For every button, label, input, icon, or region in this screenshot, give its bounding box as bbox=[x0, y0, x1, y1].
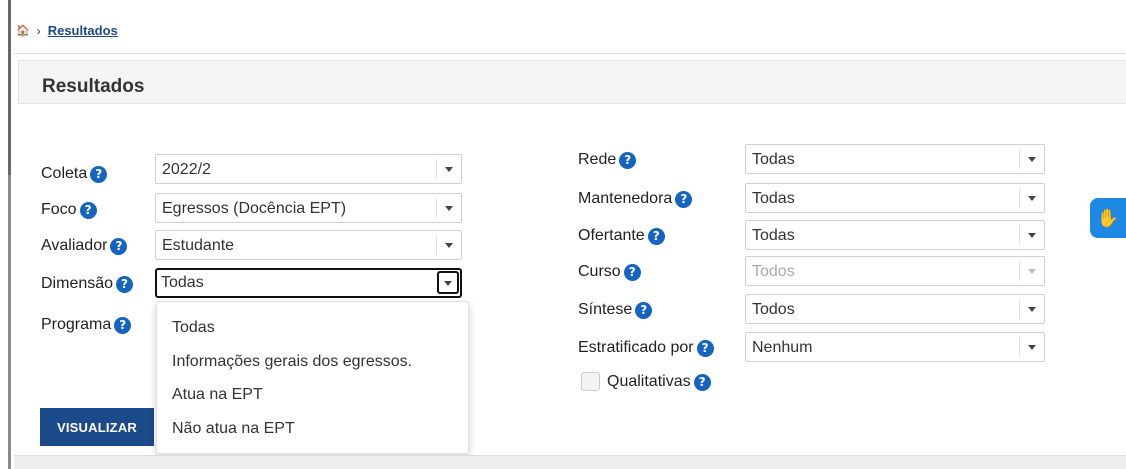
estratificado-label: Estratificado por? bbox=[578, 339, 714, 357]
help-icon[interactable]: ? bbox=[696, 339, 714, 357]
estratificado-select[interactable]: Nenhum bbox=[745, 332, 1045, 362]
ofertante-select[interactable]: Todas bbox=[745, 220, 1045, 250]
curso-select: Todos bbox=[745, 256, 1045, 286]
mantenedora-label: Mantenedora? bbox=[578, 190, 693, 208]
help-icon[interactable]: ? bbox=[647, 227, 665, 245]
help-icon[interactable]: ? bbox=[90, 165, 108, 183]
dropdown-option[interactable]: Atua na EPT bbox=[172, 386, 263, 404]
dropdown-option[interactable]: Informações gerais dos egressos. bbox=[172, 353, 412, 371]
dimensao-label: Dimensão? bbox=[41, 275, 134, 293]
qualitativas-label: Qualitativas? bbox=[607, 373, 711, 391]
help-icon[interactable]: ? bbox=[116, 275, 134, 293]
page-title: Resultados bbox=[42, 76, 145, 97]
help-icon[interactable]: ? bbox=[675, 190, 693, 208]
sign-language-hands-icon: ✋ bbox=[1096, 207, 1120, 228]
help-icon[interactable]: ? bbox=[79, 201, 97, 219]
help-icon[interactable]: ? bbox=[635, 301, 653, 319]
breadcrumb: 🏠 › Resultados bbox=[16, 23, 118, 38]
help-icon[interactable]: ? bbox=[114, 316, 132, 334]
caret-down-icon bbox=[445, 206, 453, 211]
coleta-label: Coleta? bbox=[41, 165, 108, 183]
dimensao-dropdown-menu: Todas Informações gerais dos egressos. A… bbox=[156, 301, 469, 454]
caret-down-icon bbox=[1028, 269, 1036, 274]
programa-label: Programa? bbox=[41, 316, 132, 334]
caret-down-icon bbox=[1028, 345, 1036, 350]
caret-down-icon bbox=[1028, 233, 1036, 238]
help-icon[interactable]: ? bbox=[110, 237, 128, 255]
caret-down-icon bbox=[445, 167, 453, 172]
sintese-select[interactable]: Todos bbox=[745, 294, 1045, 324]
help-icon[interactable]: ? bbox=[623, 263, 641, 281]
chevron-right-icon: › bbox=[36, 23, 41, 38]
caret-down-icon bbox=[1028, 307, 1036, 312]
caret-down-icon bbox=[1028, 157, 1036, 162]
help-icon[interactable]: ? bbox=[619, 151, 637, 169]
caret-down-icon bbox=[445, 243, 453, 248]
help-icon[interactable]: ? bbox=[693, 373, 711, 391]
caret-down-icon bbox=[1028, 196, 1036, 201]
qualitativas-checkbox[interactable] bbox=[581, 372, 600, 391]
panel-footer bbox=[14, 455, 1126, 469]
page-scrollbar[interactable] bbox=[8, 0, 11, 469]
rede-select[interactable]: Todas bbox=[745, 144, 1045, 174]
caret-down-icon bbox=[444, 281, 452, 286]
curso-label: Curso? bbox=[578, 263, 641, 281]
dropdown-option[interactable]: Todas bbox=[172, 319, 215, 337]
dropdown-option[interactable]: Não atua na EPT bbox=[172, 420, 295, 438]
panel-header: Resultados bbox=[18, 60, 1126, 104]
sintese-label: Síntese? bbox=[578, 301, 653, 319]
breadcrumb-link-resultados[interactable]: Resultados bbox=[48, 23, 118, 38]
ofertante-label: Ofertante? bbox=[578, 227, 665, 245]
dropdown-toggle[interactable] bbox=[437, 271, 459, 294]
avaliador-select[interactable]: Estudante bbox=[155, 230, 462, 260]
foco-label: Foco? bbox=[41, 201, 97, 219]
coleta-select[interactable]: 2022/2 bbox=[155, 154, 462, 184]
rede-label: Rede? bbox=[578, 151, 637, 169]
foco-select[interactable]: Egressos (Docência EPT) bbox=[155, 193, 462, 223]
page-scrollbar-thumb[interactable] bbox=[8, 0, 11, 175]
accessibility-widget[interactable]: ✋ bbox=[1090, 198, 1126, 238]
dimensao-select[interactable]: Todas bbox=[155, 268, 462, 298]
avaliador-label: Avaliador? bbox=[41, 237, 128, 255]
home-icon[interactable]: 🏠 bbox=[16, 24, 30, 37]
visualizar-button[interactable]: VISUALIZAR bbox=[40, 408, 154, 446]
divider bbox=[14, 53, 1126, 54]
mantenedora-select[interactable]: Todas bbox=[745, 183, 1045, 213]
